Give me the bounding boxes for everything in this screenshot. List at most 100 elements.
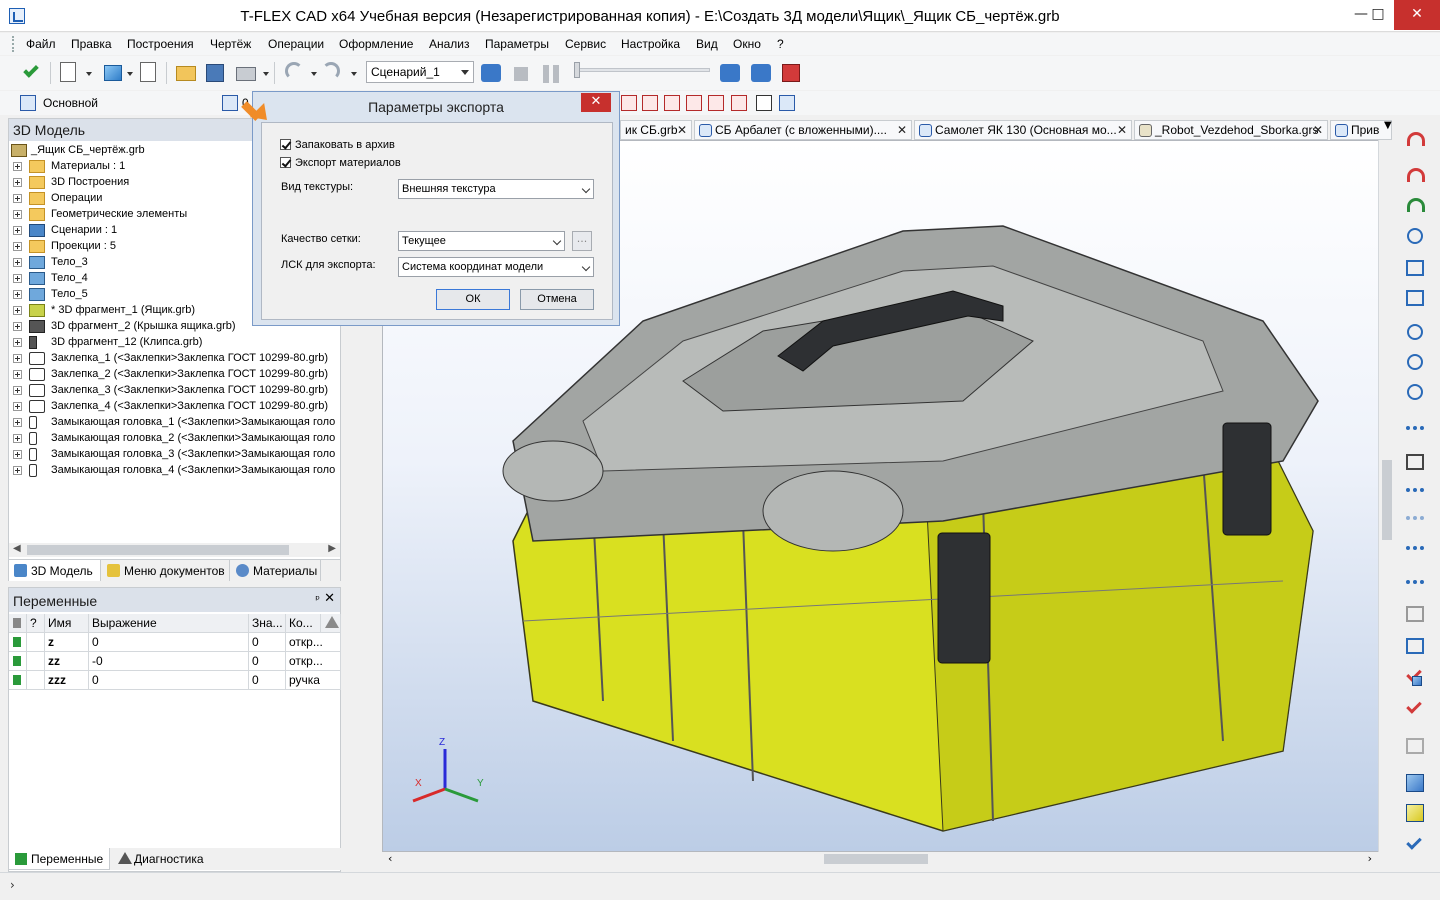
print-icon[interactable] [236,67,256,81]
dialog-close-button[interactable]: ✕ [581,93,611,112]
document-tab[interactable]: Прив [1330,120,1392,140]
expand-icon[interactable] [13,258,22,267]
tab-variables[interactable]: Переменные [8,848,110,870]
pin-icon[interactable]: ᵖ [315,593,320,606]
col-comment[interactable]: Ко... [286,614,321,633]
variable-expression[interactable]: -0 [89,652,249,671]
new-document-icon[interactable] [60,62,76,82]
expand-icon[interactable] [13,338,22,347]
tree-item[interactable]: Заклепка_4 (<Заклепки>Заклепка ГОСТ 1029… [9,399,341,415]
tree-item[interactable]: 3D фрагмент_12 (Клипса.grb) [9,335,329,351]
confirm-icon[interactable] [23,62,39,78]
texture-select[interactable]: Внешняя текстура [398,179,594,199]
tree-item[interactable]: Замыкающая головка_4 (<Заклепки>Замыкающ… [9,463,341,479]
constraint-icon[interactable] [621,95,637,111]
menu-format[interactable]: Оформление [339,37,413,51]
scroll-right-icon[interactable]: › [1368,852,1372,865]
checkmark-icon[interactable] [1406,834,1422,850]
zoom-extents-icon[interactable] [1406,260,1424,276]
constraint-icon[interactable] [664,95,680,111]
constraint-icon[interactable] [642,95,658,111]
tab-3d-model[interactable]: 3D Модель [9,560,101,581]
variable-comment[interactable]: ручка [286,671,341,690]
undo-dropdown-icon[interactable] [311,72,317,76]
close-tab-icon[interactable]: ✕ [1117,123,1127,137]
expand-icon[interactable] [13,370,22,379]
menu-analysis[interactable]: Анализ [429,37,470,51]
cancel-button[interactable]: Отмена [520,289,594,310]
menu-operations[interactable]: Операции [268,37,324,51]
col-value[interactable]: Зна... [249,614,286,633]
model-dropdown-icon[interactable] [127,72,133,76]
redo-dropdown-icon[interactable] [351,72,357,76]
close-button[interactable]: ✕ [1394,0,1440,30]
close-panel-button[interactable]: ✕ [324,591,335,606]
scroll-thumb[interactable] [27,545,289,555]
layer-icon[interactable] [20,95,36,111]
menu-service[interactable]: Сервис [565,37,606,51]
ok-button[interactable]: ОК [436,289,510,310]
expand-icon[interactable] [13,194,22,203]
tab-materials[interactable]: Материалы [231,560,321,581]
constraint-icon[interactable] [731,95,747,111]
expand-icon[interactable] [13,322,22,331]
scroll-right-icon[interactable]: ▶ [328,543,336,554]
constraint-icon[interactable] [686,95,702,111]
undo-icon[interactable] [285,62,303,80]
expand-icon[interactable] [13,466,22,475]
scenario-select[interactable]: Сценарий_1 [366,61,474,83]
tabs-overflow-icon[interactable]: ▼ [1384,120,1392,131]
close-tab-icon[interactable]: ✕ [1313,123,1323,137]
variable-comment[interactable]: откр... [286,652,341,671]
col-question[interactable]: ? [27,614,45,633]
zoom-icon[interactable] [1407,228,1423,244]
animation-settings-icon[interactable] [720,64,740,82]
print-dropdown-icon[interactable] [263,72,269,76]
tree-item[interactable]: Заклепка_1 (<Заклепки>Заклепка ГОСТ 1029… [9,351,341,367]
pause-icon[interactable] [543,65,549,83]
expand-icon[interactable] [13,354,22,363]
expand-icon[interactable] [13,210,22,219]
copy-icon[interactable] [1406,606,1424,622]
pack-archive-checkbox[interactable] [280,139,291,150]
tree-item[interactable]: Заклепка_3 (<Заклепки>Заклепка ГОСТ 1029… [9,383,341,399]
zoom-previous-icon[interactable] [1407,384,1423,400]
new-drawing-icon[interactable] [140,62,156,82]
tree-item[interactable]: Замыкающая головка_1 (<Заклепки>Замыкающ… [9,415,341,431]
scroll-left-icon[interactable]: ◀ [13,543,21,554]
tree-item[interactable]: Замыкающая головка_2 (<Заклепки>Замыкающ… [9,431,341,447]
variable-name[interactable]: z [45,633,89,652]
view-icon[interactable] [756,95,772,111]
col-name[interactable]: Имя [45,614,89,633]
layers-stack-icon[interactable] [222,95,238,111]
snap-grid-icon[interactable] [1406,546,1424,554]
view-icon[interactable] [779,95,795,111]
menu-drawing[interactable]: Чертёж [210,37,251,51]
variable-name[interactable]: zz [45,652,89,671]
document-tab[interactable]: _Robot_Vezdehod_Sborka.grs ✕ [1134,120,1328,140]
fit-window-icon[interactable] [1406,290,1424,306]
save-icon[interactable] [206,64,224,82]
document-tab[interactable]: СБ Арбалет (с вложенными).... ✕ [694,120,912,140]
section-icon[interactable] [1406,738,1424,754]
animation-slider-thumb[interactable] [574,62,580,78]
transform-icon[interactable] [1406,580,1424,588]
variable-name[interactable]: zzz [45,671,89,690]
mesh-settings-button[interactable]: ... [572,231,592,251]
stop-icon[interactable] [514,67,528,81]
export-lcs-select[interactable]: Система координат модели [398,257,594,277]
menu-settings[interactable]: Настройка [621,37,680,51]
scenario-settings-icon[interactable] [481,64,501,82]
pause-icon-bar[interactable] [553,65,559,83]
menu-view[interactable]: Вид [696,37,718,51]
tab-documents-menu[interactable]: Меню документов [102,560,230,581]
menu-file[interactable]: Файл [26,37,56,51]
expand-icon[interactable] [13,450,22,459]
open-folder-icon[interactable] [176,66,196,81]
menu-parameters[interactable]: Параметры [485,37,549,51]
redo-icon[interactable] [322,62,340,80]
document-tab[interactable]: Самолет ЯК 130 (Основная мо... ✕ [914,120,1132,140]
viewport-horizontal-scrollbar[interactable]: ‹ › [382,852,1378,866]
constraint-icon[interactable] [708,95,724,111]
dimension-icon[interactable] [1406,454,1424,470]
